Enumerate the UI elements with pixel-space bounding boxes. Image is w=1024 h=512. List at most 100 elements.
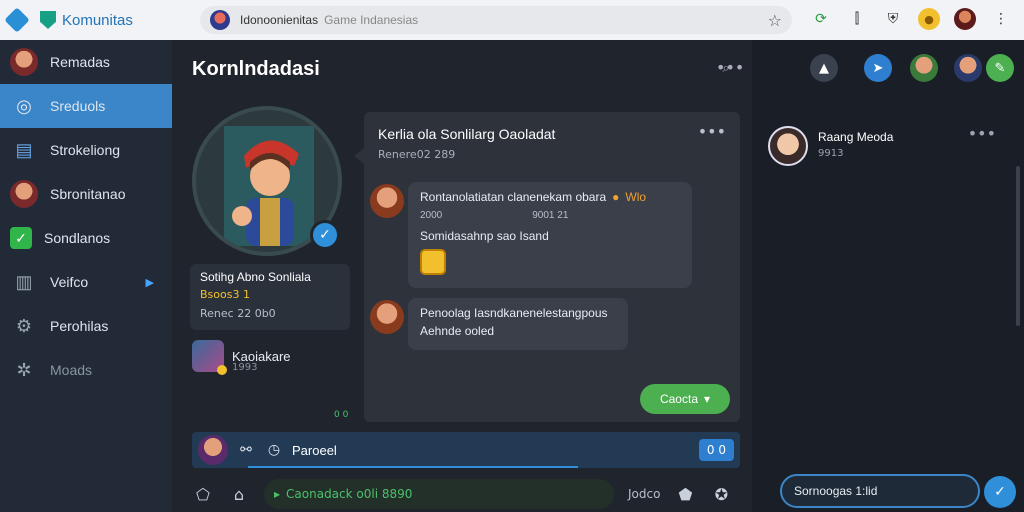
pumpkin-icon: ● [612, 190, 620, 204]
sidebar-item-label: Veifco [50, 274, 89, 290]
message-text: Aehnde ooled [420, 324, 495, 338]
sidebar-item-veifco[interactable]: ▥ Veifco ▶ [0, 260, 172, 304]
site-avatar-icon [210, 10, 230, 30]
link-icon[interactable]: ⚯ [236, 442, 256, 458]
message-avatar[interactable] [370, 184, 404, 218]
brand[interactable]: Komunitas [0, 7, 190, 33]
more-options-icon[interactable]: ••• [968, 124, 996, 143]
contact-avatar [768, 126, 808, 166]
avatar-icon [10, 48, 38, 76]
book-icon: ▤ [15, 139, 33, 160]
search-input[interactable]: Sornoogas 1:lid [780, 474, 980, 508]
sidebar-item-label: Strokeliong [50, 142, 121, 158]
upload-icon[interactable]: ▲ [810, 54, 838, 82]
gamepad-icon[interactable]: ✪ [710, 485, 732, 504]
shield-icon[interactable]: ⛨ [882, 8, 904, 30]
sidebar: Remadas ◎ Sreduols ▤ Strokeliong Sbronit… [0, 40, 180, 512]
profile-coins: Bsoos3 1 [200, 288, 250, 301]
compose-progress [248, 466, 578, 468]
status-field[interactable]: ▸ Caonadack o0li 8890 [264, 479, 614, 509]
clock-icon[interactable]: ◷ [264, 442, 284, 458]
sidebar-item-strokeliong[interactable]: ▤ Strokeliong [0, 128, 172, 172]
chevron-down-icon: ▾ [704, 392, 711, 406]
sidebar-item-label: Sbronitanao [50, 186, 126, 202]
chat-panel: Kerlia ola Sonlilarg Oaoladat Renere02 2… [354, 112, 740, 422]
sidebar-item-sreduols[interactable]: ◎ Sreduols [0, 84, 180, 128]
sticker-icon[interactable] [420, 249, 446, 275]
settings-icon: ✲ [16, 359, 32, 380]
user-avatar-icon[interactable] [954, 54, 982, 82]
address-bar[interactable]: Idonoonienitas Game Indanesias ☆ [200, 6, 792, 34]
message-text: Penoolag Iasndkanenelestangpous [420, 306, 608, 320]
building-icon: ▥ [15, 271, 33, 292]
send-button[interactable]: ✓ [984, 476, 1016, 508]
friend-avatar [192, 340, 227, 375]
chat-meta: Renere02 289 [378, 148, 456, 161]
play-icon: ▸ [274, 487, 281, 501]
message-bubble: Penoolag Iasndkanenelestangpous Aehnde o… [408, 298, 628, 350]
more-options-icon[interactable]: ••• [698, 122, 726, 141]
chat-title: Kerlia ola Sonlilarg Oaoladat [378, 126, 556, 142]
check-icon: ✓ [10, 227, 32, 249]
sidebar-item-label: Moads [50, 362, 93, 378]
bottom-label: Jodco [628, 487, 661, 501]
gear-icon: ⚙ [15, 315, 33, 336]
message-stat: 9001 21 [532, 210, 569, 221]
tag-icon[interactable]: ⬟ [674, 485, 696, 504]
pentagon-icon[interactable]: ⬠ [192, 485, 214, 504]
sidebar-item-sondlanos[interactable]: ✓ Sondlanos [0, 216, 172, 260]
hero-character-icon [224, 126, 314, 246]
main-panel: Kornlndadasi ••• ✓ Sotihg Abno Sonliala … [172, 40, 752, 512]
toolbar-icons: ⟳ ⫿ ⛨ ● ⋮ [810, 8, 1012, 30]
search-icon[interactable]: ⌕ [712, 54, 740, 82]
status-field-text: Caonadack o0li 8890 [286, 487, 413, 501]
brand-name: Komunitas [62, 11, 133, 29]
action-pill-button[interactable]: Caocta ▾ [640, 384, 730, 414]
contact-card[interactable]: Raang Meoda 9913 ••• [756, 116, 1012, 186]
flag-icon: ▶ [145, 276, 154, 289]
home-icon[interactable]: ⌂ [228, 485, 250, 504]
sidebar-item-perohilas[interactable]: ⚙ Perohilas [0, 304, 172, 348]
message-text: Somidasahnp sao Isand [420, 229, 549, 243]
online-status: 0 0 [334, 410, 349, 420]
scrollbar[interactable] [1016, 166, 1020, 326]
message-bubble: Rontanolatiatan clanenekam obara ● Wlo 2… [408, 182, 692, 288]
target-icon: ◎ [16, 95, 32, 116]
browser-toolbar: Komunitas Idonoonienitas Game Indanesias… [0, 0, 1024, 40]
right-panel: ⌕ ▲ ➤ ✎ Raang Meoda 9913 ••• Sornoogas 1… [722, 40, 1024, 512]
sidebar-item-label: Perohilas [50, 318, 109, 334]
bottom-bar: ⬠ ⌂ ▸ Caonadack o0li 8890 Jodco ⬟ ✪ [192, 476, 752, 512]
refresh-icon[interactable]: ⟳ [810, 8, 832, 30]
profile-name: Sotihg Abno Sonliala [200, 270, 311, 284]
message-accent: Wlo [625, 190, 647, 204]
action-pill-label: Caocta [659, 392, 698, 406]
diamond-logo-icon [4, 7, 30, 33]
edit-icon[interactable]: ✎ [986, 54, 1014, 82]
url-subtitle: Game Indanesias [324, 13, 419, 27]
face-icon [10, 180, 38, 208]
contact-subtitle: 9913 [818, 148, 844, 159]
star-icon[interactable]: ☆ [768, 11, 782, 30]
friend-avatar-icon[interactable] [910, 54, 938, 82]
profile-card[interactable]: Sotihg Abno Sonliala Bsoos3 1 Renec 22 0… [190, 264, 350, 330]
char-count-badge: 0 0 [698, 439, 734, 461]
message-avatar[interactable] [370, 300, 404, 334]
compose-input[interactable]: Paroeel [292, 443, 337, 458]
profile-avatar-icon[interactable] [954, 8, 976, 30]
coin-icon[interactable]: ● [918, 8, 940, 30]
contact-name: Raang Meoda [818, 130, 894, 144]
shield-logo-icon [40, 11, 56, 29]
sidebar-item-moads[interactable]: ✲ Moads [0, 348, 172, 392]
message-text: Rontanolatiatan clanenekam obara [420, 190, 607, 204]
sidebar-item-remadas[interactable]: Remadas [0, 40, 172, 84]
compose-bar[interactable]: ⚯ ◷ Paroeel 0 0 [192, 432, 740, 468]
verified-badge-icon: ✓ [310, 220, 340, 250]
page-title: Kornlndadasi [192, 58, 320, 80]
chart-icon[interactable]: ⫿ [846, 8, 868, 30]
compass-icon[interactable]: ➤ [864, 54, 892, 82]
friend-subtitle: 1993 [232, 362, 258, 373]
message-stat: 2000 [420, 210, 443, 221]
user-avatar [198, 435, 228, 465]
menu-icon[interactable]: ⋮ [990, 8, 1012, 30]
sidebar-item-sbronitanao[interactable]: Sbronitanao [0, 172, 172, 216]
